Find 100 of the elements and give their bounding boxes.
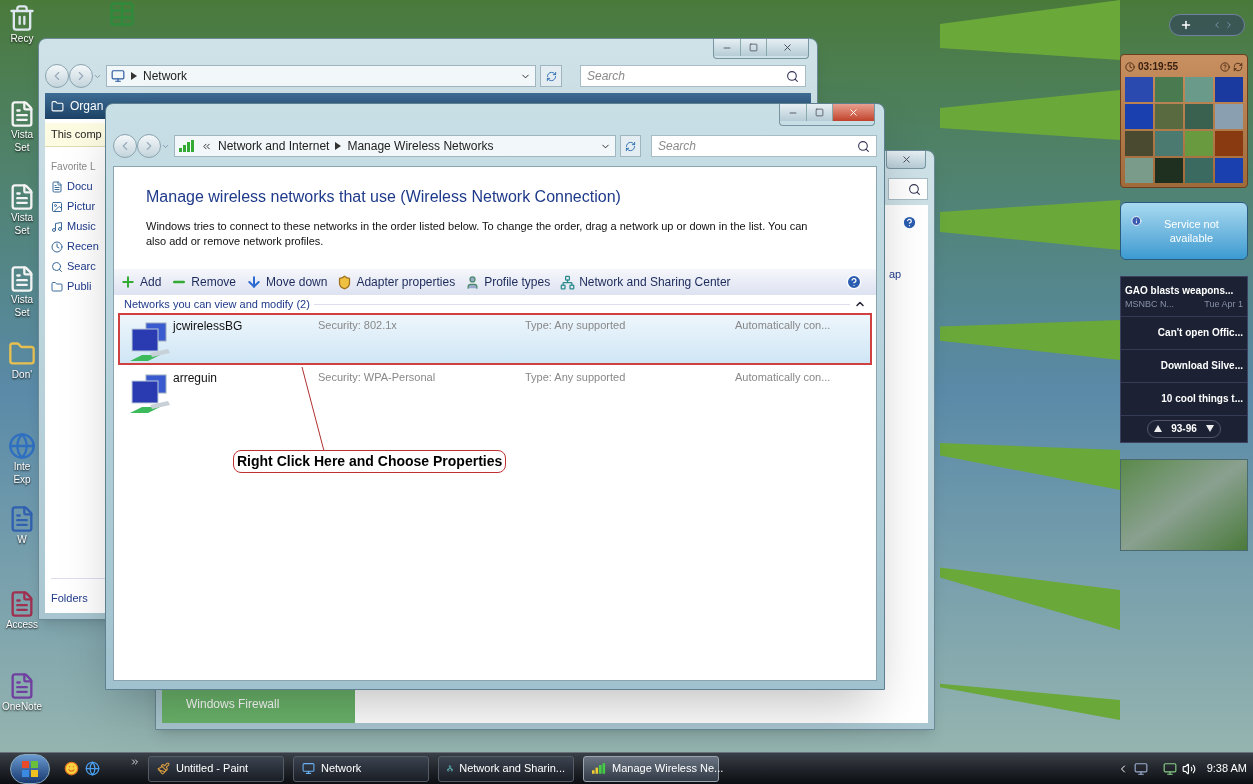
feed-date: Tue Apr 1 bbox=[1204, 298, 1243, 311]
down-triangle-icon[interactable] bbox=[1206, 425, 1214, 432]
icon-label: W bbox=[17, 533, 27, 546]
down-arrow-icon bbox=[246, 274, 263, 290]
monitor-icon bbox=[302, 762, 315, 775]
search-icon[interactable] bbox=[857, 139, 870, 153]
icon-label: Don' bbox=[11, 368, 33, 381]
toolbar-button[interactable]: Add bbox=[120, 273, 162, 291]
search-field[interactable]: Search bbox=[651, 135, 877, 157]
smiley-icon[interactable] bbox=[64, 761, 79, 776]
toolbar-button[interactable]: Adapter properties bbox=[337, 273, 456, 291]
minimize-button[interactable] bbox=[780, 104, 806, 121]
map-link[interactable]: ap bbox=[889, 266, 902, 283]
page-heading: Manage wireless networks that use (Wireless Network Connection) bbox=[146, 187, 621, 207]
organize-menu[interactable]: Organ bbox=[70, 97, 104, 115]
favorite-link[interactable]: Publi bbox=[51, 279, 105, 294]
address-text: Network bbox=[143, 68, 187, 85]
search-icon bbox=[51, 260, 63, 273]
favorite-link[interactable]: Music bbox=[51, 219, 105, 234]
maximize-button[interactable] bbox=[740, 39, 766, 56]
feed-item[interactable]: Can't open Offic... bbox=[1157, 325, 1243, 340]
close-button[interactable] bbox=[766, 39, 808, 56]
toolbar-button[interactable]: Move down bbox=[246, 273, 328, 291]
maximize-icon bbox=[749, 43, 758, 52]
favorite-link[interactable]: Searc bbox=[51, 259, 105, 274]
network-row[interactable]: jcwirelessBG Security: 802.1x Type: Any supported Automatically con... bbox=[118, 313, 872, 365]
back-button[interactable] bbox=[45, 64, 69, 88]
taskbar-button[interactable]: Untitled - Paint bbox=[148, 755, 284, 782]
folder-icon bbox=[51, 280, 63, 293]
folder-icon[interactable] bbox=[8, 340, 36, 368]
network-icon bbox=[111, 69, 125, 83]
address-bar[interactable]: Network and Internet Manage Wireless Networks bbox=[174, 135, 616, 157]
callout-label: Right Click Here and Choose Properties bbox=[233, 450, 507, 473]
close-button[interactable] bbox=[832, 104, 874, 121]
folder-icon bbox=[51, 99, 64, 113]
search-icon[interactable] bbox=[786, 69, 799, 83]
folders-toggle[interactable]: Folders bbox=[51, 592, 88, 604]
network-icon bbox=[447, 762, 454, 775]
previous-icon[interactable] bbox=[1212, 20, 1222, 30]
signal-bars-icon bbox=[592, 763, 606, 774]
puzzle-timer: 03:19:55 bbox=[1138, 60, 1179, 74]
icon-label: Recy bbox=[10, 32, 34, 45]
close-button[interactable] bbox=[886, 151, 926, 169]
icon-label: Vista Set bbox=[10, 128, 34, 154]
clock-text[interactable]: 9:38 AM bbox=[1206, 760, 1247, 777]
feed-headline[interactable]: GAO blasts weapons... bbox=[1125, 283, 1243, 298]
maximize-icon bbox=[815, 108, 824, 117]
help-icon[interactable] bbox=[1220, 61, 1230, 72]
trash-icon[interactable] bbox=[8, 4, 36, 32]
search-icon[interactable] bbox=[908, 182, 921, 196]
maximize-button[interactable] bbox=[806, 104, 832, 121]
description-text: Windows tries to connect to these networks in the order listed below. To change the order, drag a network up or down in the list. You can also add or remove network profiles. bbox=[145, 219, 809, 249]
refresh-button[interactable] bbox=[540, 65, 562, 87]
start-button[interactable] bbox=[10, 753, 50, 784]
refresh-icon bbox=[545, 70, 557, 82]
network-status-icon[interactable] bbox=[1162, 761, 1177, 776]
feed-item[interactable]: 10 cool things t... bbox=[1161, 391, 1243, 406]
favorite-link[interactable]: Docu bbox=[51, 179, 105, 194]
taskbar-button[interactable]: Network bbox=[293, 755, 429, 782]
refresh-icon bbox=[624, 140, 636, 152]
back-button[interactable] bbox=[113, 134, 137, 158]
shield-icon bbox=[337, 274, 353, 290]
favorites-heading: Favorite L bbox=[51, 160, 97, 174]
refresh-button[interactable] bbox=[619, 135, 641, 157]
breadcrumb-arrow-icon bbox=[335, 142, 342, 150]
document-icon bbox=[51, 180, 63, 193]
toolbar-button[interactable]: Remove bbox=[171, 273, 237, 291]
speaker-icon[interactable] bbox=[1181, 761, 1196, 776]
globe-icon[interactable] bbox=[85, 761, 100, 776]
up-triangle-icon[interactable] bbox=[1154, 425, 1162, 432]
search-field[interactable] bbox=[888, 178, 928, 200]
paintbrush-icon bbox=[157, 762, 170, 775]
icon-label: Inte Exp bbox=[13, 460, 31, 486]
feed-item[interactable]: Download Silve... bbox=[1160, 358, 1243, 373]
toolbar-button[interactable]: Profile types bbox=[465, 273, 551, 291]
icon-label: Access bbox=[5, 618, 39, 631]
forward-button[interactable] bbox=[137, 134, 161, 158]
minimize-button[interactable] bbox=[714, 39, 740, 56]
network-computers-icon bbox=[128, 321, 172, 363]
address-bar[interactable]: Network bbox=[106, 65, 536, 87]
icon-label: Vista Set bbox=[10, 293, 34, 319]
favorite-link[interactable]: Pictur bbox=[51, 199, 105, 214]
add-gadget-icon[interactable] bbox=[1180, 19, 1192, 31]
shuffle-icon[interactable] bbox=[1233, 61, 1243, 72]
network-computers-icon bbox=[128, 373, 172, 415]
toolbar-button[interactable]: Network and Sharing Center bbox=[560, 273, 731, 291]
close-icon bbox=[848, 107, 859, 118]
next-icon[interactable] bbox=[1224, 20, 1234, 30]
forward-button[interactable] bbox=[69, 64, 93, 88]
overflow-chevron-icon[interactable] bbox=[130, 757, 140, 767]
favorite-link[interactable]: Recen bbox=[51, 239, 105, 254]
close-icon bbox=[900, 154, 912, 165]
puzzle-tiles-drawing[interactable] bbox=[1125, 77, 1243, 183]
user-icon bbox=[465, 274, 481, 290]
search-field[interactable]: Search bbox=[580, 65, 806, 87]
monitor-icon[interactable] bbox=[1133, 761, 1148, 776]
icon-label: Vista Set bbox=[10, 211, 34, 237]
taskbar-button[interactable]: Network and Sharin... bbox=[438, 755, 574, 782]
weather-message: Service not available bbox=[1162, 217, 1220, 245]
signal-bars-icon bbox=[179, 140, 195, 152]
